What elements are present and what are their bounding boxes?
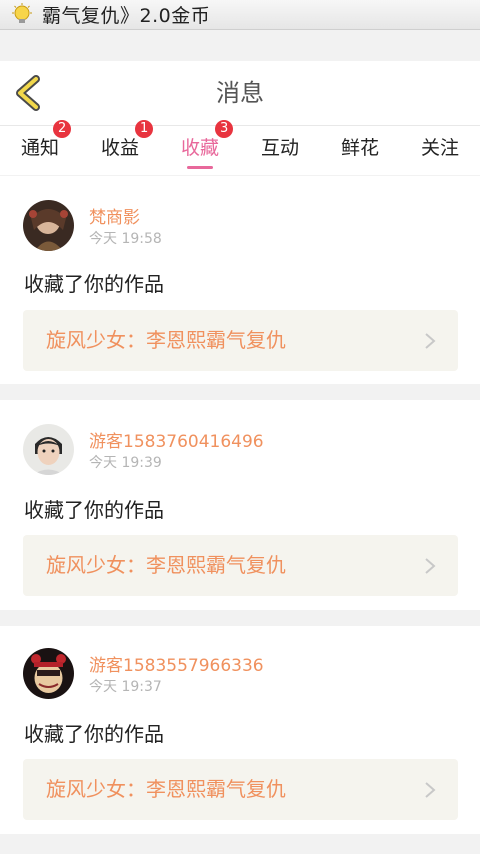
message-time: 今天 19:39 — [89, 455, 162, 471]
action-text: 收藏了你的作品 — [24, 722, 164, 746]
message-card: 游客1583760416496 今天 19:39 收藏了你的作品 旋风少女：李恩… — [0, 400, 480, 610]
tab-label: 关注 — [420, 137, 459, 159]
active-tab-indicator — [187, 166, 213, 169]
tab-label: 互动 — [260, 137, 299, 159]
work-link[interactable]: 旋风少女：李恩熙霸气复仇 — [23, 759, 458, 820]
user-name[interactable]: 游客1583557966336 — [89, 651, 264, 676]
lightbulb-icon — [12, 2, 32, 23]
work-title: 旋风少女：李恩熙霸气复仇 — [46, 777, 286, 801]
tab-flowers[interactable]: 鲜花 — [320, 126, 400, 174]
tab-label: 鲜花 — [340, 137, 379, 159]
tab-label: 通知 — [20, 137, 59, 159]
tab-label: 收藏 — [180, 137, 219, 159]
tab-badge: 2 — [53, 120, 72, 138]
tab-favorites[interactable]: 收藏 3 — [160, 120, 240, 174]
tab-earnings[interactable]: 收益 1 — [80, 120, 160, 174]
chevron-right-icon — [425, 558, 436, 574]
work-link[interactable]: 旋风少女：李恩熙霸气复仇 — [23, 535, 458, 596]
avatar[interactable] — [23, 648, 74, 699]
work-title: 旋风少女：李恩熙霸气复仇 — [46, 328, 286, 352]
message-time: 今天 19:37 — [89, 679, 162, 695]
work-title: 旋风少女：李恩熙霸气复仇 — [46, 553, 286, 577]
tab-following[interactable]: 关注 — [400, 126, 480, 174]
chevron-right-icon — [425, 782, 436, 798]
action-text: 收藏了你的作品 — [24, 498, 164, 522]
avatar[interactable] — [23, 424, 74, 475]
tab-badge: 3 — [215, 120, 234, 138]
chevron-right-icon — [425, 333, 436, 349]
work-link[interactable]: 旋风少女：李恩熙霸气复仇 — [23, 310, 458, 371]
message-card: 游客1583557966336 今天 19:37 收藏了你的作品 旋风少女：李恩… — [0, 626, 480, 834]
header: 消息 — [0, 61, 480, 125]
user-name[interactable]: 梵商影 — [89, 203, 140, 228]
page-title: 消息 — [216, 79, 264, 107]
tab-bar: 通知 2 收益 1 收藏 3 互动 鲜花 关注 — [0, 120, 480, 175]
notification-text: 霸气复仇》2.0金币 — [42, 5, 211, 27]
action-text: 收藏了你的作品 — [24, 272, 164, 296]
notification-bar: 霸气复仇》2.0金币 — [0, 0, 480, 30]
message-card: 梵商影 今天 19:58 收藏了你的作品 旋风少女：李恩熙霸气复仇 — [0, 176, 480, 384]
message-time: 今天 19:58 — [89, 231, 162, 247]
tab-interactions[interactable]: 互动 — [240, 126, 320, 174]
tab-label: 收益 — [100, 137, 139, 159]
avatar[interactable] — [23, 200, 74, 251]
tab-notifications[interactable]: 通知 2 — [0, 120, 80, 174]
tab-badge: 1 — [135, 120, 154, 138]
user-name[interactable]: 游客1583760416496 — [89, 427, 264, 452]
